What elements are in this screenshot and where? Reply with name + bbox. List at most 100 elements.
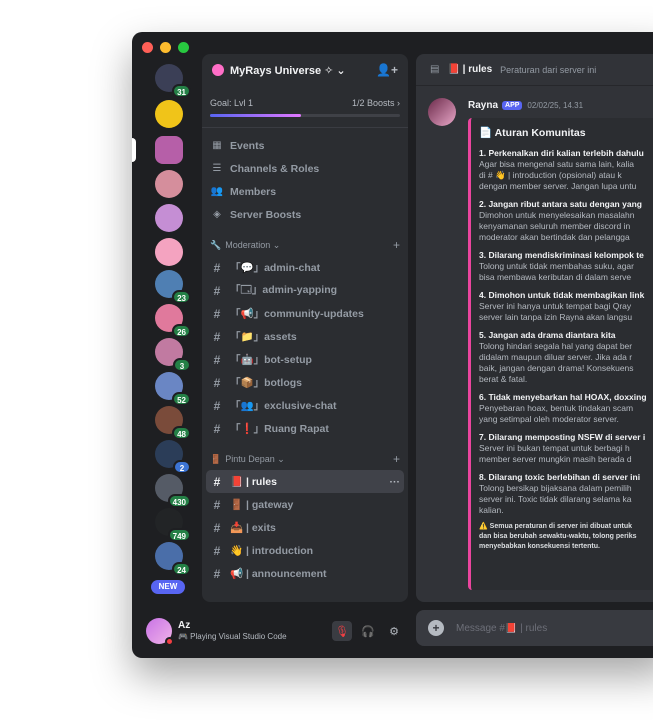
message-header: Rayna APP 02/02/25, 14.31 (468, 100, 583, 111)
rule-item: 3. Dilarang mendiskriminasi kelompok te T… (479, 249, 653, 283)
rule-title: 7. Dilarang memposting NSFW di server i (479, 432, 646, 442)
server-icon[interactable] (155, 238, 183, 266)
category-label: Pintu Depan ⌄ (225, 453, 285, 464)
server-icon[interactable]: 430 (155, 474, 191, 508)
hash-icon: # (213, 474, 221, 489)
channel-item[interactable]: # 📥 | exits (202, 516, 408, 539)
server-icon[interactable]: 31 (155, 64, 191, 98)
add-channel-icon[interactable]: + (393, 238, 400, 252)
rule-title: 1. Perkenalkan diri kalian terlebih dahu… (479, 148, 644, 158)
server-badge: 3 (173, 358, 191, 372)
rule-text: kenyamanan seluruh member discord in (479, 221, 631, 231)
rule-text: dengan member server. Jangan lupa untu (479, 181, 637, 191)
channel-item[interactable]: # 「📦」botlogs (202, 371, 408, 394)
channel-item[interactable]: # 「🗔」admin-yapping (202, 279, 408, 302)
maximize-window-button[interactable] (178, 42, 189, 53)
server-icon[interactable]: 3 (155, 338, 191, 372)
server-icon[interactable]: 23 (155, 270, 191, 304)
boost-progress-fill (210, 114, 302, 117)
author-name[interactable]: Rayna (468, 100, 498, 111)
threads-icon[interactable]: ▤ (430, 64, 439, 75)
rule-title: 2. Jangan ribut antara satu dengan yang (479, 199, 642, 209)
rule-title: 3. Dilarang mendiskriminasi kelompok te (479, 250, 644, 260)
server-icon[interactable]: 2 (155, 440, 191, 474)
hash-icon: # (213, 520, 221, 535)
nav-item[interactable]: ☰ Channels & Roles (202, 157, 408, 180)
headphones-icon[interactable]: 🎧 (358, 621, 378, 641)
server-badge: 52 (172, 392, 191, 406)
user-controls: 🎙 🎧 ⚙ (332, 621, 404, 641)
server-icon[interactable]: 52 (155, 372, 191, 406)
selected-server-pill (132, 138, 136, 162)
boost-icon: ◈ (213, 209, 221, 220)
channel-label: 「📢」community-updates (230, 308, 364, 320)
window-controls (142, 42, 189, 53)
server-icon[interactable]: 26 (155, 304, 191, 338)
nav-item[interactable]: ▦ Events (202, 134, 408, 157)
channel-item[interactable]: # 🚪 | gateway (202, 493, 408, 516)
new-badge[interactable]: NEW (151, 580, 185, 594)
channel-label: 📢 | announcement (230, 568, 327, 580)
message-timestamp: 02/02/25, 14.31 (527, 101, 584, 110)
nav-item-label: Server Boosts (230, 208, 302, 221)
rule-item: 5. Jangan ada drama diantara kita Tolong … (479, 329, 653, 385)
minimize-window-button[interactable] (160, 42, 171, 53)
channel-item[interactable]: # 📕 | rules ··· (206, 470, 404, 493)
hash-icon: # (213, 543, 221, 558)
channel-label: 「📁」assets (230, 331, 297, 343)
message-composer: + (416, 610, 653, 646)
hash-icon: # (213, 566, 221, 581)
channel-item[interactable]: # 「📢」community-updates (202, 302, 408, 325)
server-icon[interactable]: 24 (155, 542, 191, 576)
server-icon[interactable]: 48 (155, 406, 191, 440)
channel-item[interactable]: # 「❗」Ruang Rapat (202, 417, 408, 440)
close-window-button[interactable] (142, 42, 153, 53)
server-badge: 430 (167, 494, 191, 508)
channel-item[interactable]: # 「👥」exclusive-chat (202, 394, 408, 417)
server-icon[interactable] (155, 204, 183, 232)
more-options-icon[interactable]: ··· (390, 476, 401, 488)
wrench-icon: 🔧 (210, 239, 222, 250)
gear-icon[interactable]: ⚙ (384, 621, 404, 641)
channel-item[interactable]: # 📢 | announcement (202, 562, 408, 585)
channel-header: ▤ 📕 | rules Peraturan dari server ini (416, 54, 653, 86)
guild-header[interactable]: MyRays Universe ✧ ⌄ 👤+ (202, 54, 408, 86)
channel-item[interactable]: # 「🤖」bot-setup (202, 348, 408, 371)
channel-item[interactable]: # 「💬」admin-chat (202, 256, 408, 279)
boost-goal[interactable]: Goal: Lvl 1 1/2 Boosts › (202, 86, 408, 108)
mic-muted-icon[interactable]: 🎙 (332, 621, 352, 641)
hash-icon: # (213, 260, 221, 275)
rule-item: 1. Perkenalkan diri kalian terlebih dahu… (479, 147, 653, 192)
message-input[interactable] (456, 622, 653, 634)
rule-text: Tolong untuk tidak membahas suku, agar (479, 261, 634, 271)
category-moderation[interactable]: 🔧 Moderation ⌄ + (202, 234, 408, 256)
channel-topic[interactable]: Peraturan dari server ini (500, 65, 596, 75)
server-icon[interactable] (155, 100, 183, 128)
rule-text: yang setimpal oleh moderator server. (479, 414, 619, 424)
rule-text: server lain tanpa izin Rayna akan langsu (479, 312, 633, 322)
server-icon[interactable] (155, 136, 183, 164)
channel-item[interactable]: # 👋 | introduction (202, 539, 408, 562)
channel-item[interactable]: # 「📁」assets (202, 325, 408, 348)
rule-text: berat & fatal. (479, 374, 528, 384)
user-avatar[interactable] (146, 618, 174, 646)
nav-item[interactable]: 👥 Members (202, 180, 408, 203)
channels-roles-icon: ☰ (212, 163, 222, 174)
user-name: Az (178, 620, 191, 632)
moderation-channel-list: # 「💬」admin-chat # 「🗔」admin-yapping # 「📢」commu… (202, 256, 408, 440)
server-icon[interactable]: 749 (155, 508, 191, 542)
add-attachment-icon[interactable]: + (428, 620, 444, 636)
category-pintu-depan[interactable]: 🚪 Pintu Depan ⌄ + (202, 448, 408, 470)
rule-text: baik, jangan dengan drama! Konsekuens (479, 363, 634, 373)
rule-item: 6. Tidak menyebarkan hal HOAX, doxxing Pe… (479, 391, 653, 425)
user-panel: Az 🎮 Playing Visual Studio Code 🎙 🎧 ⚙ (142, 610, 408, 652)
add-member-icon[interactable]: 👤+ (376, 63, 398, 77)
rule-item: 2. Jangan ribut antara satu dengan yang D… (479, 198, 653, 243)
hash-icon: # (213, 421, 221, 436)
channel-label: 🚪 | gateway (230, 499, 294, 511)
hash-icon: # (213, 329, 221, 344)
nav-item[interactable]: ◈ Server Boosts (202, 203, 408, 226)
server-icon[interactable] (155, 170, 183, 198)
author-avatar[interactable] (428, 98, 456, 126)
add-channel-icon[interactable]: + (393, 452, 400, 466)
